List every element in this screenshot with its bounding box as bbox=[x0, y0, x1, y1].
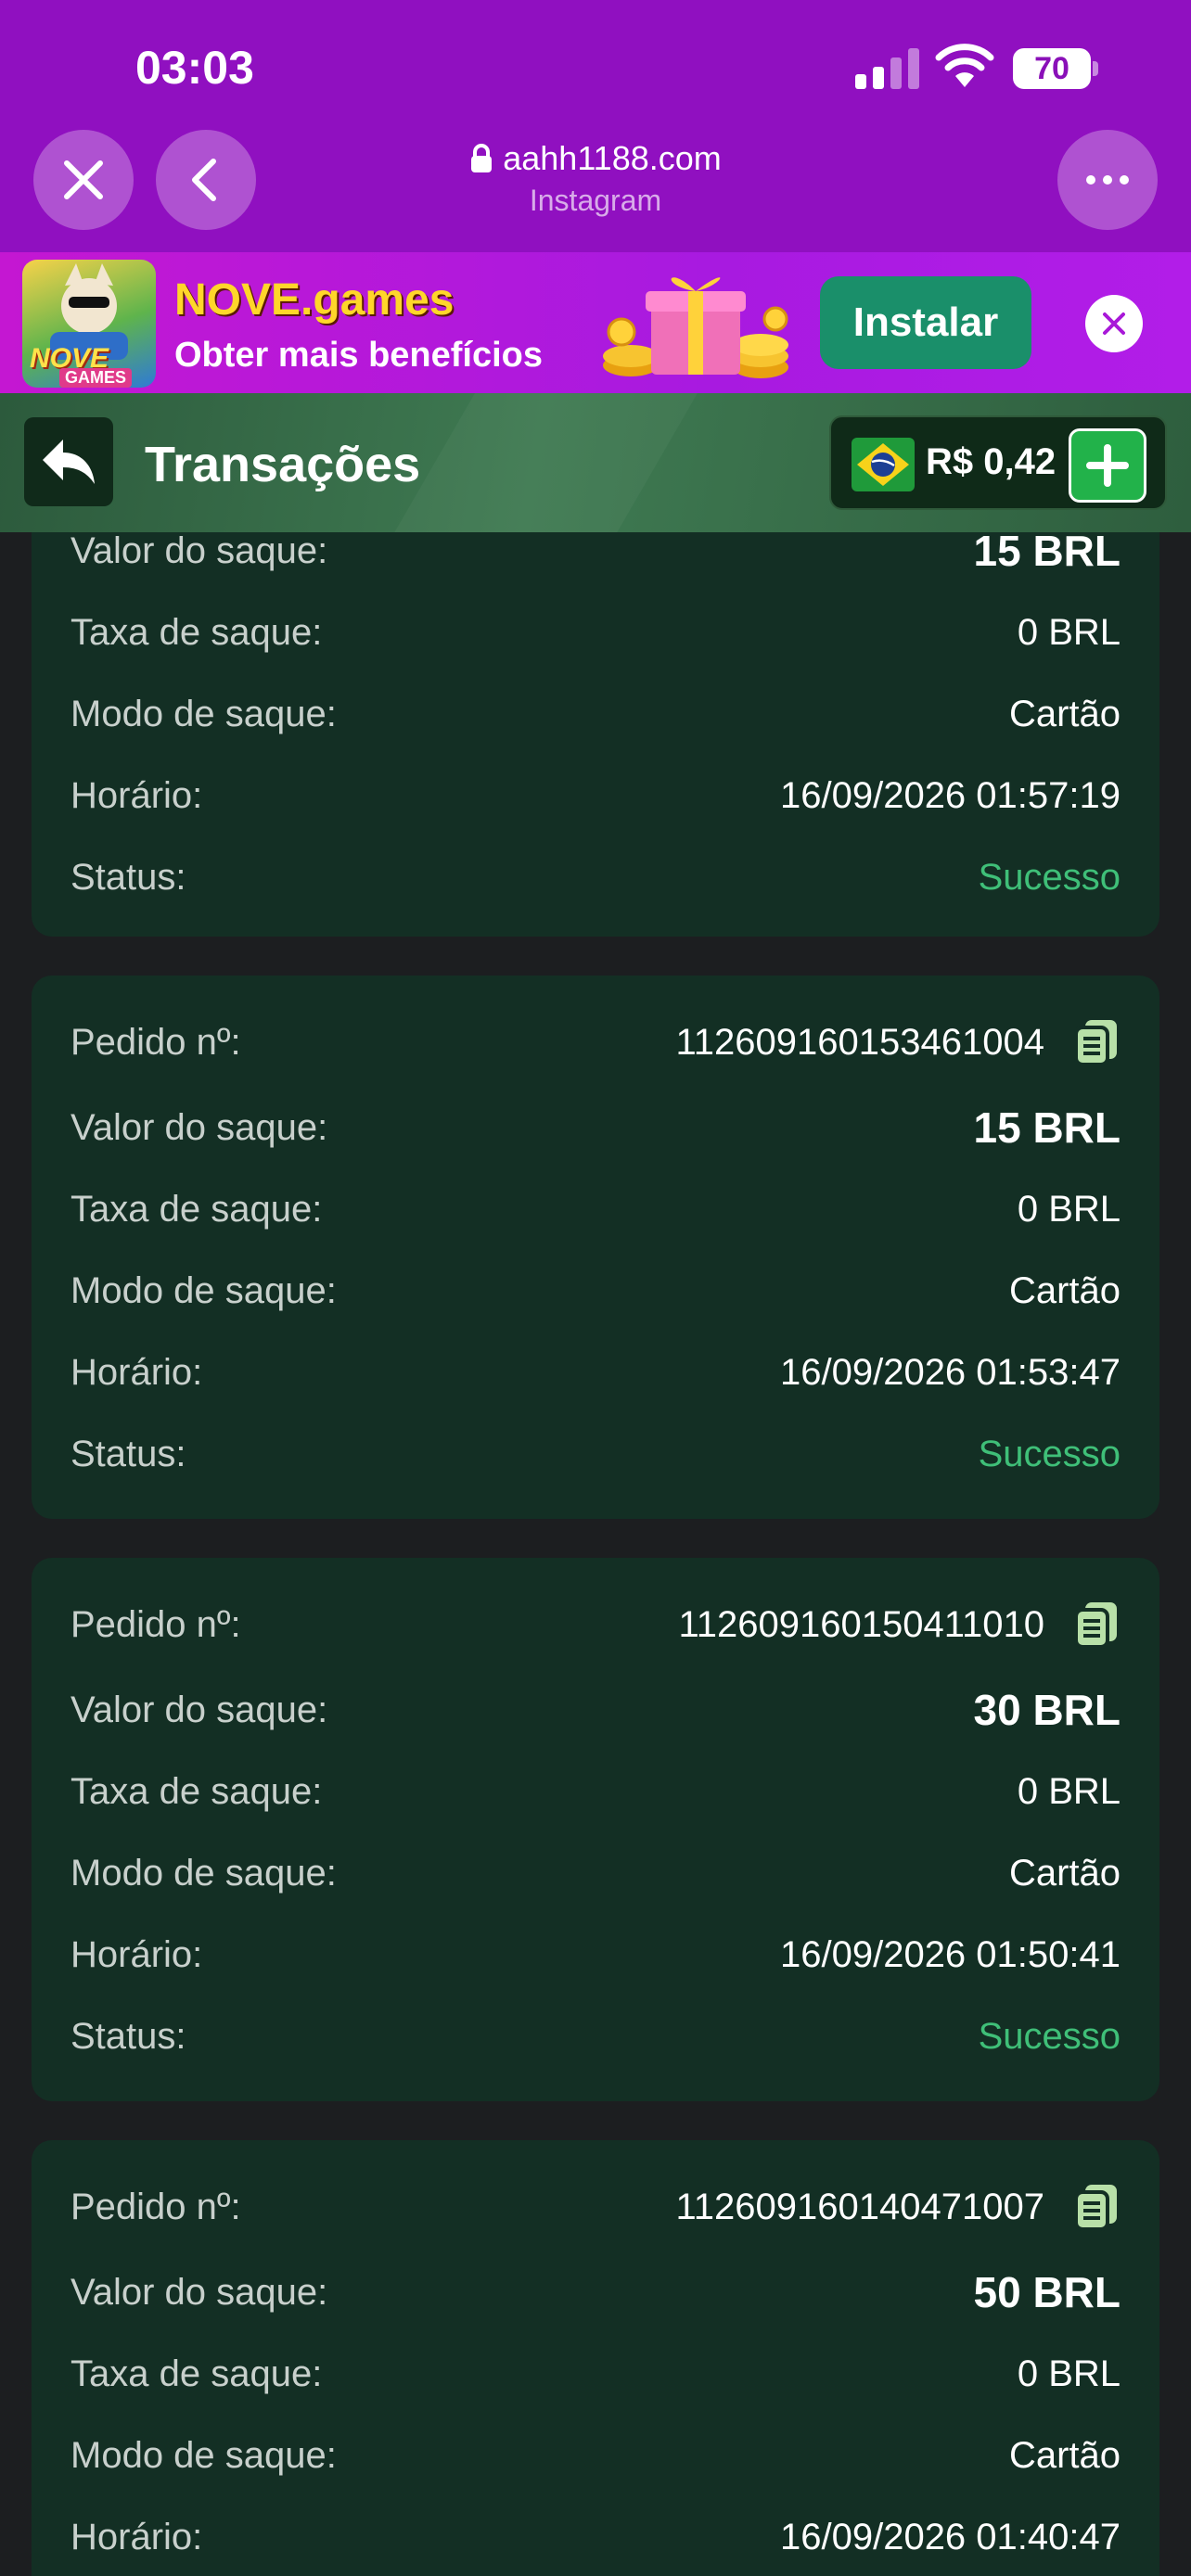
mode-value: Cartão bbox=[1008, 2434, 1121, 2476]
fee-label: Taxa de saque: bbox=[70, 1770, 323, 1812]
time-value: 16/09/2026 01:40:47 bbox=[779, 2516, 1121, 2557]
back-button[interactable] bbox=[24, 417, 113, 506]
status-value: Sucesso bbox=[978, 1433, 1121, 1474]
amount-value: 15 BRL bbox=[973, 532, 1121, 575]
copy-icon[interactable] bbox=[1072, 2183, 1121, 2231]
mode-label: Modo de saque: bbox=[70, 1269, 337, 1311]
status-label: Status: bbox=[70, 1433, 186, 1474]
status-time: 03:03 bbox=[135, 42, 254, 94]
order-value: 112609160153461004 bbox=[675, 1021, 1044, 1063]
transaction-card: Valor do saque: 15 BRL Taxa de saque: 0 … bbox=[32, 532, 1159, 937]
brazil-flag-icon bbox=[852, 438, 915, 491]
promo-title: NOVE.games bbox=[174, 275, 455, 325]
order-label: Pedido nº: bbox=[70, 2186, 241, 2227]
copy-icon[interactable] bbox=[1072, 1018, 1121, 1066]
battery-icon: 70 bbox=[1013, 48, 1098, 89]
close-icon bbox=[64, 160, 103, 199]
fee-label: Taxa de saque: bbox=[70, 1188, 323, 1230]
order-value: 112609160150411010 bbox=[678, 1603, 1045, 1645]
browser-more-button[interactable] bbox=[1057, 130, 1158, 230]
balance-value: R$ 0,42 bbox=[926, 441, 1057, 482]
amount-label: Valor do saque: bbox=[70, 1106, 328, 1148]
fee-value: 0 BRL bbox=[1017, 2353, 1121, 2394]
battery-level: 70 bbox=[1013, 48, 1091, 89]
amount-label: Valor do saque: bbox=[70, 2271, 328, 2313]
fee-label: Taxa de saque: bbox=[70, 2353, 323, 2394]
app-header: Transações R$ 0,42 bbox=[0, 393, 1191, 532]
mode-value: Cartão bbox=[1008, 1852, 1121, 1894]
browser-chrome: 03:03 70 aahh1188.com Instagram bbox=[0, 0, 1191, 252]
reply-arrow-icon bbox=[43, 440, 95, 484]
amount-label: Valor do saque: bbox=[70, 532, 328, 571]
more-icon bbox=[1086, 175, 1129, 185]
order-label: Pedido nº: bbox=[70, 1603, 241, 1645]
time-value: 16/09/2026 01:53:47 bbox=[779, 1351, 1121, 1393]
amount-value: 50 BRL bbox=[973, 2268, 1121, 2316]
fee-label: Taxa de saque: bbox=[70, 611, 323, 653]
order-label: Pedido nº: bbox=[70, 1021, 241, 1063]
time-value: 16/09/2026 01:50:41 bbox=[779, 1933, 1121, 1975]
time-label: Horário: bbox=[70, 1351, 203, 1393]
amount-label: Valor do saque: bbox=[70, 1689, 328, 1730]
close-browser-button[interactable] bbox=[33, 130, 134, 230]
url-source: Instagram bbox=[529, 184, 662, 217]
fee-value: 0 BRL bbox=[1017, 611, 1121, 653]
page-title: Transações bbox=[145, 437, 421, 492]
time-label: Horário: bbox=[70, 1933, 203, 1975]
promo-subtitle: Obter mais benefícios bbox=[174, 336, 544, 375]
app-logo: NOVE GAMES bbox=[22, 260, 156, 388]
chevron-left-icon bbox=[192, 159, 216, 201]
amount-value: 15 BRL bbox=[973, 1103, 1121, 1152]
fee-value: 0 BRL bbox=[1017, 1188, 1121, 1230]
transaction-card: Pedido nº: 112609160140471007 Valor do s… bbox=[32, 2140, 1159, 2576]
install-promo-banner: NOVE GAMES NOVE.games Obter mais benefíc… bbox=[0, 252, 1191, 393]
time-label: Horário: bbox=[70, 774, 203, 816]
balance-widget: R$ 0,42 bbox=[829, 415, 1167, 510]
time-label: Horário: bbox=[70, 2516, 203, 2557]
mode-value: Cartão bbox=[1008, 1269, 1121, 1311]
transaction-list[interactable]: Valor do saque: 15 BRL Taxa de saque: 0 … bbox=[0, 532, 1191, 2576]
install-button[interactable]: Instalar bbox=[820, 276, 1031, 369]
status-label: Status: bbox=[70, 856, 186, 898]
transaction-card: Pedido nº: 112609160153461004 Valor do s… bbox=[32, 976, 1159, 1519]
amount-value: 30 BRL bbox=[973, 1686, 1121, 1734]
mode-label: Modo de saque: bbox=[70, 1852, 337, 1894]
mode-label: Modo de saque: bbox=[70, 2434, 337, 2476]
status-value: Sucesso bbox=[978, 856, 1121, 898]
deposit-add-button[interactable] bbox=[1069, 428, 1146, 503]
mode-value: Cartão bbox=[1008, 693, 1121, 734]
url-domain: aahh1188.com bbox=[503, 139, 722, 177]
mode-label: Modo de saque: bbox=[70, 693, 337, 734]
status-label: Status: bbox=[70, 2015, 186, 2057]
browser-back-button[interactable] bbox=[156, 130, 256, 230]
order-value: 112609160140471007 bbox=[675, 2186, 1044, 2227]
gift-coins-icon bbox=[603, 277, 788, 378]
plus-icon bbox=[1086, 444, 1129, 487]
lock-icon bbox=[471, 144, 493, 172]
time-value: 16/09/2026 01:57:19 bbox=[779, 774, 1121, 816]
fee-value: 0 BRL bbox=[1017, 1770, 1121, 1812]
close-icon bbox=[1103, 312, 1125, 335]
transaction-card: Pedido nº: 112609160150411010 Valor do s… bbox=[32, 1558, 1159, 2101]
copy-icon[interactable] bbox=[1072, 1600, 1121, 1649]
status-value: Sucesso bbox=[978, 2015, 1121, 2057]
cellular-signal-icon bbox=[855, 46, 920, 89]
url-bar[interactable]: aahh1188.com Instagram bbox=[315, 139, 876, 218]
promo-close-button[interactable] bbox=[1085, 295, 1143, 352]
wifi-icon bbox=[935, 44, 994, 87]
